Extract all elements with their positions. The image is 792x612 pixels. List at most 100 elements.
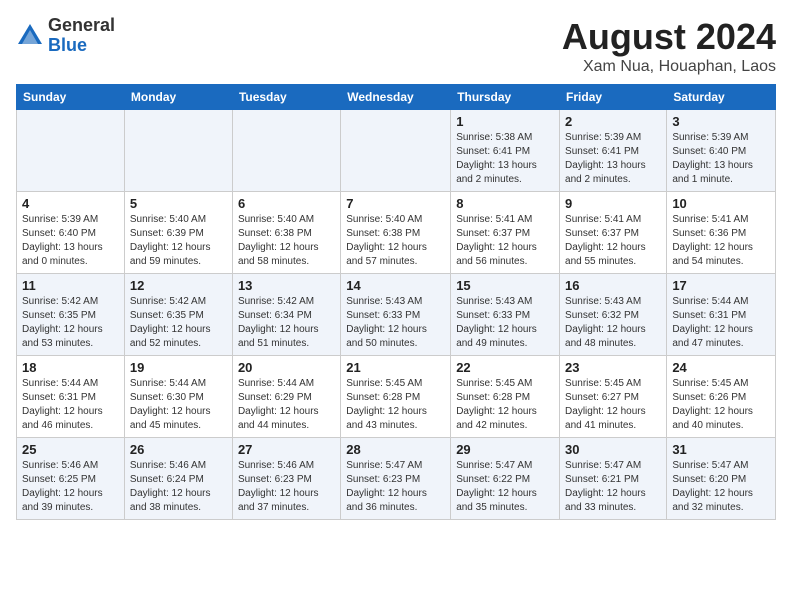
day-cell: 19 Sunrise: 5:44 AM Sunset: 6:30 PM Dayli… bbox=[124, 356, 232, 438]
day-info: Sunrise: 5:43 AM Sunset: 6:33 PM Dayligh… bbox=[346, 295, 445, 351]
logo-blue: Blue bbox=[48, 36, 115, 56]
day-number: 9 bbox=[565, 196, 661, 211]
day-cell: 8Sunrise: 5:41 AM Sunset: 6:37 PM Daylig… bbox=[451, 192, 560, 274]
day-cell: 10Sunrise: 5:41 AM Sunset: 6:36 PM Dayli… bbox=[667, 192, 776, 274]
day-info: Sunrise: 5:47 AM Sunset: 6:20 PM Dayligh… bbox=[672, 459, 770, 515]
day-cell: 2 Sunrise: 5:39 AM Sunset: 6:41 PM Daylig… bbox=[560, 110, 667, 192]
day-info: Sunrise: 5:47 AM Sunset: 6:22 PM Dayligh… bbox=[456, 459, 554, 515]
day-number: 30 bbox=[565, 442, 661, 457]
day-info: Sunrise: 5:40 AM Sunset: 6:38 PM Dayligh… bbox=[238, 213, 335, 269]
logo: General Blue bbox=[16, 16, 115, 56]
day-cell: 20 Sunrise: 5:44 AM Sunset: 6:29 PM Dayli… bbox=[232, 356, 340, 438]
day-info: Sunrise: 5:47 AM Sunset: 6:23 PM Dayligh… bbox=[346, 459, 445, 515]
month-year-title: August 2024 bbox=[562, 16, 776, 58]
day-info: Sunrise: 5:39 AM Sunset: 6:40 PM Dayligh… bbox=[22, 213, 119, 269]
col-header-friday: Friday bbox=[560, 85, 667, 110]
day-info: Sunrise: 5:45 AM Sunset: 6:26 PM Dayligh… bbox=[672, 377, 770, 433]
day-number: 27 bbox=[238, 442, 335, 457]
day-cell: 23Sunrise: 5:45 AM Sunset: 6:27 PM Dayli… bbox=[560, 356, 667, 438]
day-info: Sunrise: 5:39 AM Sunset: 6:40 PM Dayligh… bbox=[672, 131, 770, 187]
day-number: 31 bbox=[672, 442, 770, 457]
day-number: 14 bbox=[346, 278, 445, 293]
day-info: Sunrise: 5:39 AM Sunset: 6:41 PM Dayligh… bbox=[565, 131, 661, 187]
day-cell: 21Sunrise: 5:45 AM Sunset: 6:28 PM Dayli… bbox=[341, 356, 451, 438]
day-number: 1 bbox=[456, 114, 554, 129]
page-header: General Blue August 2024 Xam Nua, Houaph… bbox=[16, 16, 776, 76]
day-number: 2 bbox=[565, 114, 661, 129]
day-info: Sunrise: 5:42 AM Sunset: 6:34 PM Dayligh… bbox=[238, 295, 335, 351]
day-cell: 7Sunrise: 5:40 AM Sunset: 6:38 PM Daylig… bbox=[341, 192, 451, 274]
day-info: Sunrise: 5:44 AM Sunset: 6:29 PM Dayligh… bbox=[238, 377, 335, 433]
day-number: 18 bbox=[22, 360, 119, 375]
day-number: 3 bbox=[672, 114, 770, 129]
calendar-header-row: SundayMondayTuesdayWednesdayThursdayFrid… bbox=[17, 85, 776, 110]
day-number: 7 bbox=[346, 196, 445, 211]
day-number: 6 bbox=[238, 196, 335, 211]
week-row-3: 18Sunrise: 5:44 AM Sunset: 6:31 PM Dayli… bbox=[17, 356, 776, 438]
day-cell: 29 Sunrise: 5:47 AM Sunset: 6:22 PM Dayli… bbox=[451, 438, 560, 520]
day-cell bbox=[341, 110, 451, 192]
day-number: 25 bbox=[22, 442, 119, 457]
day-number: 19 bbox=[130, 360, 227, 375]
day-number: 29 bbox=[456, 442, 554, 457]
day-number: 12 bbox=[130, 278, 227, 293]
col-header-wednesday: Wednesday bbox=[341, 85, 451, 110]
day-number: 15 bbox=[456, 278, 554, 293]
day-info: Sunrise: 5:45 AM Sunset: 6:28 PM Dayligh… bbox=[456, 377, 554, 433]
day-info: Sunrise: 5:47 AM Sunset: 6:21 PM Dayligh… bbox=[565, 459, 661, 515]
day-cell: 30 Sunrise: 5:47 AM Sunset: 6:21 PM Dayli… bbox=[560, 438, 667, 520]
day-number: 22 bbox=[456, 360, 554, 375]
day-info: Sunrise: 5:44 AM Sunset: 6:30 PM Dayligh… bbox=[130, 377, 227, 433]
day-cell: 5Sunrise: 5:40 AM Sunset: 6:39 PM Daylig… bbox=[124, 192, 232, 274]
day-info: Sunrise: 5:40 AM Sunset: 6:39 PM Dayligh… bbox=[130, 213, 227, 269]
col-header-thursday: Thursday bbox=[451, 85, 560, 110]
day-info: Sunrise: 5:46 AM Sunset: 6:24 PM Dayligh… bbox=[130, 459, 227, 515]
day-cell: 13Sunrise: 5:42 AM Sunset: 6:34 PM Dayli… bbox=[232, 274, 340, 356]
day-cell: 27 Sunrise: 5:46 AM Sunset: 6:23 PM Dayli… bbox=[232, 438, 340, 520]
col-header-tuesday: Tuesday bbox=[232, 85, 340, 110]
day-info: Sunrise: 5:46 AM Sunset: 6:23 PM Dayligh… bbox=[238, 459, 335, 515]
day-cell: 16 Sunrise: 5:43 AM Sunset: 6:32 PM Dayli… bbox=[560, 274, 667, 356]
day-number: 8 bbox=[456, 196, 554, 211]
day-info: Sunrise: 5:44 AM Sunset: 6:31 PM Dayligh… bbox=[672, 295, 770, 351]
day-cell: 17 Sunrise: 5:44 AM Sunset: 6:31 PM Dayli… bbox=[667, 274, 776, 356]
day-number: 11 bbox=[22, 278, 119, 293]
day-cell: 4Sunrise: 5:39 AM Sunset: 6:40 PM Daylig… bbox=[17, 192, 125, 274]
location-subtitle: Xam Nua, Houaphan, Laos bbox=[562, 58, 776, 76]
day-number: 20 bbox=[238, 360, 335, 375]
col-header-monday: Monday bbox=[124, 85, 232, 110]
day-cell: 26 Sunrise: 5:46 AM Sunset: 6:24 PM Dayli… bbox=[124, 438, 232, 520]
day-info: Sunrise: 5:43 AM Sunset: 6:32 PM Dayligh… bbox=[565, 295, 661, 351]
day-cell: 12 Sunrise: 5:42 AM Sunset: 6:35 PM Dayli… bbox=[124, 274, 232, 356]
day-cell: 14 Sunrise: 5:43 AM Sunset: 6:33 PM Dayli… bbox=[341, 274, 451, 356]
day-cell: 3 Sunrise: 5:39 AM Sunset: 6:40 PM Daylig… bbox=[667, 110, 776, 192]
week-row-0: 1Sunrise: 5:38 AM Sunset: 6:41 PM Daylig… bbox=[17, 110, 776, 192]
calendar-table: SundayMondayTuesdayWednesdayThursdayFrid… bbox=[16, 84, 776, 520]
day-cell bbox=[232, 110, 340, 192]
day-cell: 24Sunrise: 5:45 AM Sunset: 6:26 PM Dayli… bbox=[667, 356, 776, 438]
logo-icon bbox=[16, 22, 44, 50]
day-number: 28 bbox=[346, 442, 445, 457]
day-info: Sunrise: 5:46 AM Sunset: 6:25 PM Dayligh… bbox=[22, 459, 119, 515]
day-info: Sunrise: 5:43 AM Sunset: 6:33 PM Dayligh… bbox=[456, 295, 554, 351]
day-number: 10 bbox=[672, 196, 770, 211]
day-cell: 9 Sunrise: 5:41 AM Sunset: 6:37 PM Daylig… bbox=[560, 192, 667, 274]
logo-general: General bbox=[48, 16, 115, 36]
day-cell: 31 Sunrise: 5:47 AM Sunset: 6:20 PM Dayli… bbox=[667, 438, 776, 520]
week-row-4: 25 Sunrise: 5:46 AM Sunset: 6:25 PM Dayli… bbox=[17, 438, 776, 520]
day-number: 26 bbox=[130, 442, 227, 457]
day-info: Sunrise: 5:45 AM Sunset: 6:28 PM Dayligh… bbox=[346, 377, 445, 433]
day-info: Sunrise: 5:42 AM Sunset: 6:35 PM Dayligh… bbox=[130, 295, 227, 351]
day-info: Sunrise: 5:41 AM Sunset: 6:37 PM Dayligh… bbox=[565, 213, 661, 269]
day-info: Sunrise: 5:45 AM Sunset: 6:27 PM Dayligh… bbox=[565, 377, 661, 433]
week-row-2: 11 Sunrise: 5:42 AM Sunset: 6:35 PM Dayli… bbox=[17, 274, 776, 356]
day-cell: 11 Sunrise: 5:42 AM Sunset: 6:35 PM Dayli… bbox=[17, 274, 125, 356]
day-info: Sunrise: 5:42 AM Sunset: 6:35 PM Dayligh… bbox=[22, 295, 119, 351]
day-number: 16 bbox=[565, 278, 661, 293]
day-number: 17 bbox=[672, 278, 770, 293]
title-block: August 2024 Xam Nua, Houaphan, Laos bbox=[562, 16, 776, 76]
day-cell bbox=[17, 110, 125, 192]
day-cell: 15 Sunrise: 5:43 AM Sunset: 6:33 PM Dayli… bbox=[451, 274, 560, 356]
logo-text: General Blue bbox=[48, 16, 115, 56]
day-cell: 18Sunrise: 5:44 AM Sunset: 6:31 PM Dayli… bbox=[17, 356, 125, 438]
